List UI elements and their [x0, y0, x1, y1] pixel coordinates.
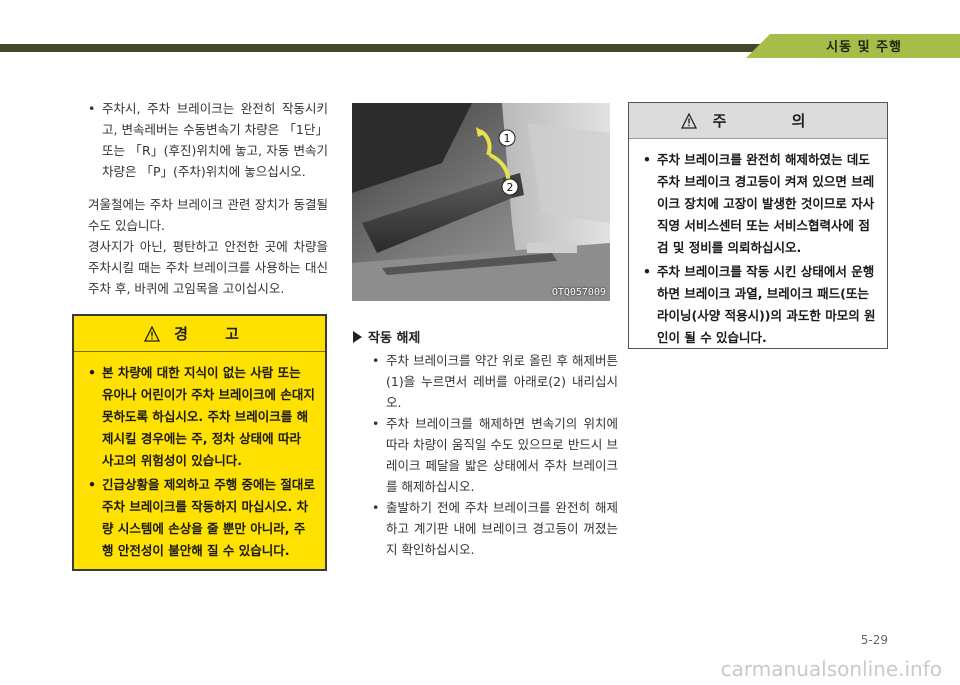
warning-body: 본 차량에 대한 지식이 없는 사람 또는 유아나 어린이가 주차 브레이크에 … [88, 362, 316, 564]
warning-box: 경 고 본 차량에 대한 지식이 없는 사람 또는 유아나 어린이가 주차 브레… [72, 314, 327, 571]
parking-brake-photo: 1 2 OTQ057009 [352, 103, 610, 301]
caution-box: 주 의 주차 브레이크를 완전히 해제하였는 데도 주차 브레이크 경고등이 켜… [628, 102, 888, 349]
parking-bullet: 주차시, 주차 브레이크는 완전히 작동시키고, 변속레버는 수동변속기 차량은… [88, 98, 328, 182]
caution-item: 주차 브레이크를 완전히 해제하였는 데도 주차 브레이크 경고등이 켜져 있으… [643, 149, 879, 259]
caution-title: 주 의 [712, 112, 836, 130]
release-heading-text: 작동 해제 [368, 331, 421, 346]
warning-title: 경 고 [174, 325, 255, 343]
release-list: 주차 브레이크를 약간 위로 올린 후 해제버튼(1)을 누르면서 레버를 아래… [372, 350, 618, 560]
warning-header: 경 고 [74, 316, 325, 352]
page-number: 5-29 [860, 633, 888, 647]
release-heading: 작동 해제 [353, 327, 420, 346]
parking-brake-illustration: 1 2 [352, 103, 610, 301]
slope-paragraph: 경사지가 아닌, 평탄하고 안전한 곳에 차량을 주차시킬 때는 주차 브레이크… [88, 239, 328, 296]
winter-paragraph: 겨울철에는 주차 브레이크 관련 장치가 동결될 수도 있습니다. [88, 197, 328, 233]
warning-item: 본 차량에 대한 지식이 없는 사람 또는 유아나 어린이가 주차 브레이크에 … [88, 362, 316, 472]
watermark: carmanualsonline.info [720, 657, 942, 681]
left-column: 주차시, 주차 브레이크는 완전히 작동시키고, 변속레버는 수동변속기 차량은… [88, 98, 328, 299]
section-title: 시동 및 주행 [826, 40, 902, 55]
header-tab-edge [746, 34, 770, 58]
callout-1: 1 [504, 132, 511, 145]
release-item: 출발하기 전에 주차 브레이크를 완전히 해제하고 계기판 내에 브레이크 경고… [372, 497, 618, 560]
caution-body: 주차 브레이크를 완전히 해제하였는 데도 주차 브레이크 경고등이 켜져 있으… [643, 149, 879, 351]
page-header: 시동 및 주행 [0, 0, 960, 58]
release-item: 주차 브레이크를 약간 위로 올린 후 해제버튼(1)을 누르면서 레버를 아래… [372, 350, 618, 413]
warning-triangle-icon [144, 325, 161, 342]
photo-code: OTQ057009 [551, 287, 606, 298]
triangle-right-icon [353, 330, 362, 343]
callout-2: 2 [507, 181, 514, 194]
warning-item: 긴급상황을 제외하고 주행 중에는 절대로 주차 브레이크를 작동하지 마십시오… [88, 474, 316, 562]
release-item: 주차 브레이크를 해제하면 변속기의 위치에 따라 차량이 움직일 수도 있으므… [372, 413, 618, 497]
caution-header: 주 의 [629, 103, 887, 139]
caution-item: 주차 브레이크를 작동 시킨 상태에서 운행하면 브레이크 과열, 브레이크 패… [643, 261, 879, 349]
caution-triangle-icon [680, 112, 697, 129]
